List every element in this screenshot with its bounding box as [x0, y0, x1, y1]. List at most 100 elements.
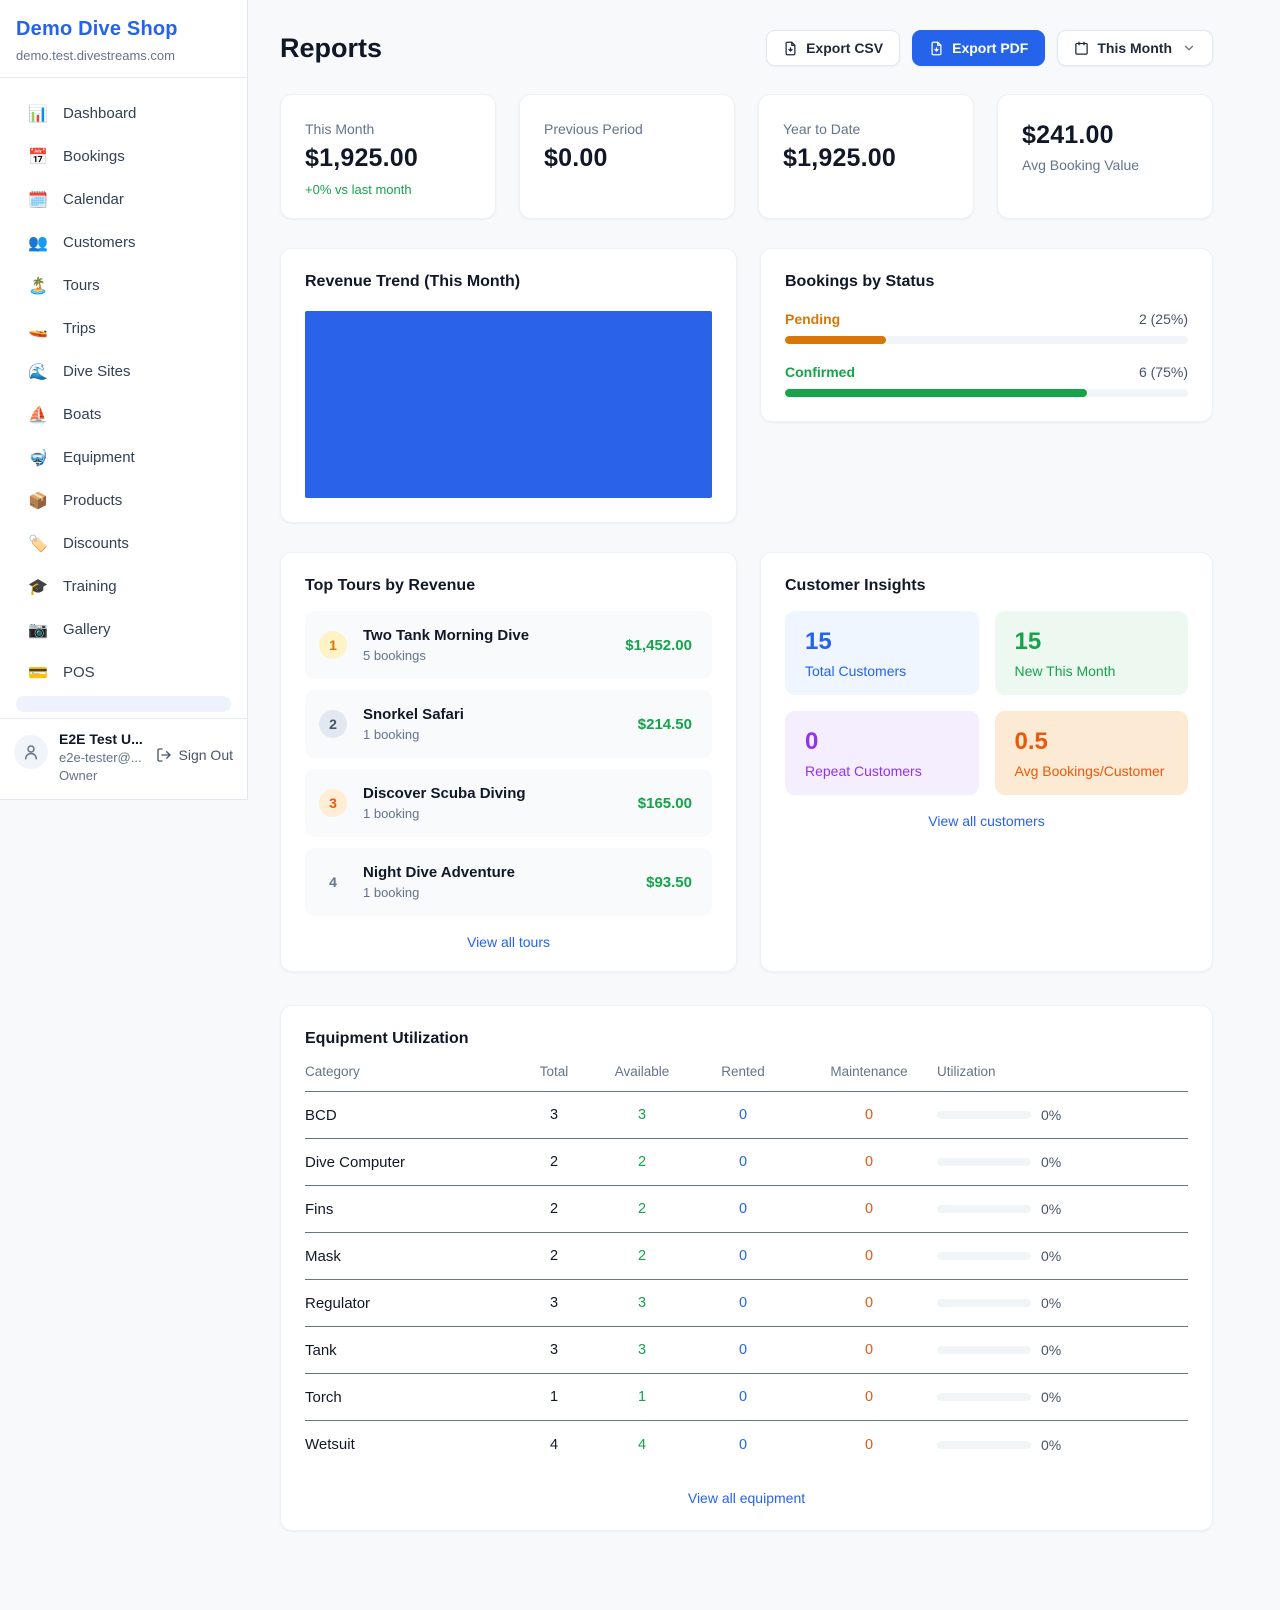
- page-title: Reports: [280, 33, 382, 64]
- sidebar-item-label: Training: [63, 578, 117, 595]
- available-count: 3: [599, 1107, 685, 1123]
- maintenance-count: 0: [801, 1107, 937, 1123]
- stat-label: Avg Booking Value: [1022, 157, 1188, 173]
- person-icon: [22, 743, 40, 761]
- sidebar-user-panel: E2E Test U... e2e-tester@... Owner Sign …: [0, 718, 247, 799]
- calendar-date-icon: 📅: [28, 147, 48, 167]
- available-count: 2: [599, 1201, 685, 1217]
- total-count: 3: [509, 1342, 599, 1358]
- rented-count: 0: [685, 1437, 801, 1453]
- sign-out-button[interactable]: Sign Out: [156, 747, 233, 763]
- sidebar-item-training[interactable]: 🎓Training: [8, 565, 239, 608]
- utilization-track: [937, 1205, 1031, 1213]
- tour-name: Discover Scuba Diving: [363, 785, 526, 802]
- sidebar-item-discounts[interactable]: 🏷️Discounts: [8, 522, 239, 565]
- export-csv-button[interactable]: Export CSV: [766, 30, 900, 66]
- rank-badge: 4: [319, 868, 347, 896]
- status-row-confirmed: Confirmed 6 (75%): [785, 364, 1188, 397]
- rented-count: 0: [685, 1342, 801, 1358]
- status-label: Pending: [785, 311, 840, 327]
- sidebar-item-dashboard[interactable]: 📊Dashboard: [8, 92, 239, 135]
- table-row: Fins 2 2 0 0 0%: [305, 1186, 1188, 1233]
- view-all-equipment-link[interactable]: View all equipment: [688, 1490, 805, 1506]
- shop-domain: demo.test.divestreams.com: [16, 48, 231, 63]
- wave-icon: 🌊: [28, 362, 48, 382]
- utilization-track: [937, 1111, 1031, 1119]
- sidebar-item-equipment[interactable]: 🤿Equipment: [8, 436, 239, 479]
- tour-row: 2 Snorkel Safari1 booking $214.50: [305, 690, 712, 758]
- available-count: 3: [599, 1342, 685, 1358]
- sidebar-item-label: Trips: [63, 320, 96, 337]
- tour-bookings: 1 booking: [363, 806, 526, 821]
- sidebar-item-label: POS: [63, 664, 95, 681]
- sidebar-item-tours[interactable]: 🏝️Tours: [8, 264, 239, 307]
- file-download-icon: [929, 41, 944, 56]
- tour-name: Snorkel Safari: [363, 706, 464, 723]
- calendar-pad-icon: 🗓️: [28, 190, 48, 210]
- file-download-icon: [783, 41, 798, 56]
- maintenance-count: 0: [801, 1437, 937, 1453]
- sidebar-nav: 📊Dashboard 📅 Bookings 🗓️ Calendar 👥Custome…: [0, 78, 247, 718]
- sidebar-item-selected-partial[interactable]: [16, 696, 231, 712]
- available-count: 2: [599, 1154, 685, 1170]
- speedboat-icon: 🚤: [28, 319, 48, 339]
- period-label: This Month: [1097, 40, 1172, 56]
- utilization-track: [937, 1346, 1031, 1354]
- chevron-down-icon: [1182, 41, 1196, 55]
- sidebar-item-label: Calendar: [63, 191, 124, 208]
- sidebar: Demo Dive Shop demo.test.divestreams.com…: [0, 0, 248, 800]
- top-tours-card: Top Tours by Revenue 1 Two Tank Morning …: [280, 552, 737, 972]
- utilization-percent: 0%: [1041, 1342, 1061, 1358]
- maintenance-count: 0: [801, 1342, 937, 1358]
- bookings-by-status-card: Bookings by Status Pending 2 (25%) Confi…: [760, 248, 1213, 422]
- sidebar-item-boats[interactable]: ⛵Boats: [8, 393, 239, 436]
- equipment-category: Mask: [305, 1248, 509, 1265]
- sidebar-header: Demo Dive Shop demo.test.divestreams.com: [0, 0, 247, 78]
- main-content: Reports Export CSV Export PDF This Month…: [280, 0, 1213, 1575]
- utilization-cell: 0%: [937, 1107, 1188, 1123]
- rented-count: 0: [685, 1107, 801, 1123]
- utilization-percent: 0%: [1041, 1107, 1061, 1123]
- customer-insights-title: Customer Insights: [785, 577, 1188, 595]
- sidebar-item-trips[interactable]: 🚤 Trips: [8, 307, 239, 350]
- utilization-percent: 0%: [1041, 1154, 1061, 1170]
- view-all-tours-link[interactable]: View all tours: [467, 934, 550, 950]
- total-count: 1: [509, 1389, 599, 1405]
- customer-insights-card: Customer Insights 15 Total Customers 15 …: [760, 552, 1213, 972]
- package-icon: 📦: [28, 491, 48, 511]
- tour-amount: $214.50: [638, 716, 692, 733]
- sidebar-item-products[interactable]: 📦 Products: [8, 479, 239, 522]
- rented-count: 0: [685, 1154, 801, 1170]
- sidebar-item-label: Tours: [63, 277, 100, 294]
- stat-value: $241.00: [1022, 121, 1188, 150]
- sidebar-item-calendar[interactable]: 🗓️ Calendar: [8, 178, 239, 221]
- tour-name: Two Tank Morning Dive: [363, 627, 529, 644]
- available-count: 4: [599, 1437, 685, 1453]
- equipment-category: Dive Computer: [305, 1154, 509, 1171]
- insight-value: 15: [1015, 628, 1169, 656]
- table-header: Category Total Available Rented Maintena…: [305, 1064, 1188, 1092]
- tour-amount: $1,452.00: [625, 637, 692, 654]
- period-dropdown[interactable]: This Month: [1057, 30, 1213, 66]
- export-pdf-button[interactable]: Export PDF: [912, 30, 1045, 66]
- sidebar-item-bookings[interactable]: 📅 Bookings: [8, 135, 239, 178]
- sidebar-item-label: Products: [63, 492, 122, 509]
- available-count: 2: [599, 1248, 685, 1264]
- total-count: 2: [509, 1154, 599, 1170]
- stat-value: $1,925.00: [305, 144, 471, 173]
- view-all-customers-link[interactable]: View all customers: [928, 813, 1044, 829]
- maintenance-count: 0: [801, 1154, 937, 1170]
- sidebar-item-gallery[interactable]: 📷Gallery: [8, 608, 239, 651]
- equipment-category: Tank: [305, 1342, 509, 1359]
- stat-card-previous-period: Previous Period $0.00: [519, 94, 735, 219]
- sidebar-item-label: Bookings: [63, 148, 125, 165]
- sidebar-item-customers[interactable]: 👥Customers: [8, 221, 239, 264]
- sidebar-item-pos[interactable]: 💳POS: [8, 651, 239, 694]
- stat-value: $1,925.00: [783, 144, 949, 173]
- sidebar-item-dive-sites[interactable]: 🌊Dive Sites: [8, 350, 239, 393]
- status-count: 2 (25%): [1139, 311, 1188, 327]
- utilization-cell: 0%: [937, 1248, 1188, 1264]
- insight-value: 0.5: [1015, 728, 1169, 756]
- sidebar-item-label: Customers: [63, 234, 136, 251]
- rented-count: 0: [685, 1248, 801, 1264]
